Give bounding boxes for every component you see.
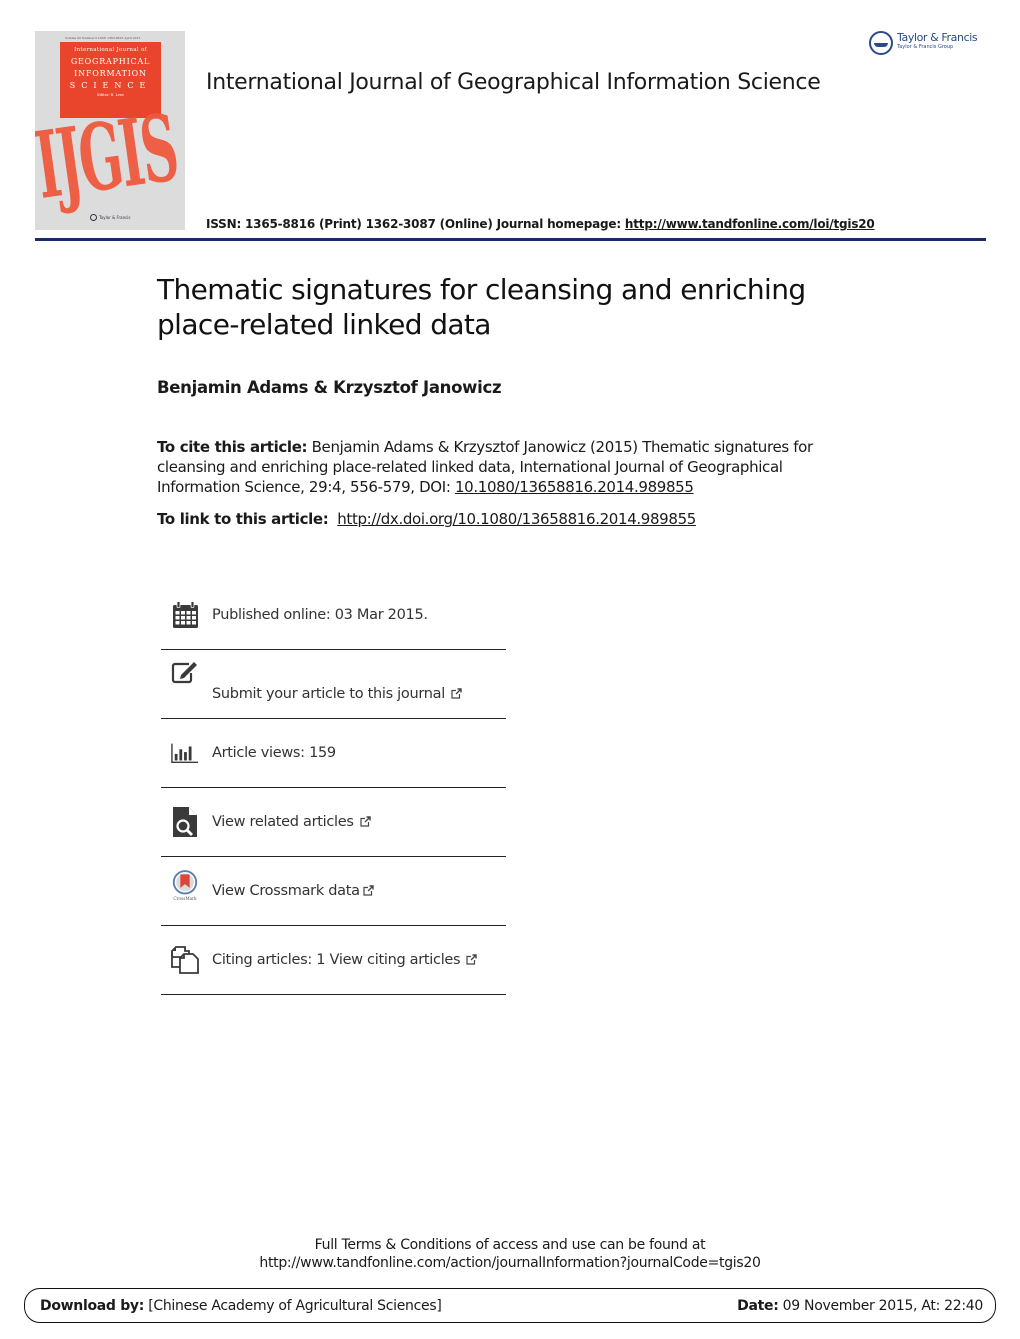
download-by: Download by: [Chinese Academy of Agricul… (40, 1298, 442, 1314)
info-item-views: Article views: 159 (161, 719, 506, 788)
view-related-articles-text: View related articles (212, 814, 354, 830)
info-item-citing[interactable]: Citing articles: 1 View citing articles (161, 926, 506, 995)
external-link-icon (451, 688, 462, 699)
cover-line2: GEOGRAPHICAL (70, 57, 151, 66)
view-citing-articles-link[interactable]: Citing articles: 1 View citing articles (212, 952, 478, 968)
external-link-icon (363, 885, 374, 896)
view-crossmark-text: View Crossmark data (212, 883, 360, 899)
publisher-logo-icon (90, 214, 97, 221)
download-date: Date: 09 November 2015, At: 22:40 (737, 1298, 983, 1314)
link-label: To link to this article: (157, 510, 329, 528)
publisher-name: Taylor & Francis (897, 31, 978, 44)
publisher-logo[interactable]: Taylor & Francis Taylor & Francis Group (869, 31, 978, 55)
view-crossmark-link[interactable]: View Crossmark data (212, 883, 374, 899)
article-link-line: To link to this article: http://dx.doi.o… (157, 510, 696, 528)
journal-cover-image: Volume 00 Number 0 ISSN 1365-8816 April … (35, 31, 185, 230)
issn-text: ISSN: 1365-8816 (Print) 1362-3087 (Onlin… (206, 217, 625, 231)
citing-articles-icon (171, 946, 199, 974)
info-item-published: Published online: 03 Mar 2015. (161, 580, 506, 650)
citation-block: To cite this article: Benjamin Adams & K… (157, 437, 847, 497)
calendar-icon (171, 600, 199, 629)
date-label: Date: (737, 1297, 779, 1314)
date-value: 09 November 2015, At: 22:40 (778, 1297, 984, 1314)
journal-homepage-link[interactable]: http://www.tandfonline.com/loi/tgis20 (625, 217, 875, 231)
external-link-icon (466, 954, 478, 965)
article-info-list: Published online: 03 Mar 2015. Submit yo… (161, 580, 506, 995)
cover-big-text: IJGIS (35, 93, 183, 220)
submit-article-text: Submit your article to this journal (212, 686, 445, 702)
article-title: Thematic signatures for cleansing and en… (157, 273, 806, 341)
submit-article-link[interactable]: Submit your article to this journal (212, 686, 462, 702)
terms-url-link[interactable]: http://www.tandfonline.com/action/journa… (0, 1254, 1020, 1272)
cover-publisher-logo: Taylor & Francis (90, 214, 131, 221)
cover-line4: SCIENCE (69, 81, 152, 90)
search-document-icon (171, 807, 199, 837)
external-link-icon (360, 816, 371, 827)
view-related-articles-link[interactable]: View related articles (212, 814, 371, 830)
terms-line1: Full Terms & Conditions of access and us… (314, 1237, 706, 1253)
cover-line1: International Journal of (74, 47, 147, 53)
header-divider (35, 238, 986, 241)
cover-meta: Volume 00 Number 0 ISSN 1365-8816 April … (65, 36, 141, 40)
issn-line: ISSN: 1365-8816 (Print) 1362-3087 (Onlin… (206, 217, 875, 231)
article-views-text: Article views: 159 (212, 745, 336, 761)
doi-link[interactable]: 10.1080/13658816.2014.989855 (455, 478, 694, 496)
edit-icon (171, 658, 199, 686)
terms-and-conditions: Full Terms & Conditions of access and us… (0, 1236, 1020, 1272)
info-item-submit[interactable]: Submit your article to this journal (161, 650, 506, 719)
journal-title: International Journal of Geographical In… (206, 70, 821, 95)
download-label: Download by: (40, 1297, 145, 1314)
download-info-bar: Download by: [Chinese Academy of Agricul… (24, 1288, 996, 1323)
published-online-text: Published online: 03 Mar 2015. (212, 606, 428, 623)
article-authors: Benjamin Adams & Krzysztof Janowicz (157, 378, 502, 397)
info-item-crossmark[interactable]: CrossMark View Crossmark data (161, 857, 506, 926)
cover-publisher: Taylor & Francis (99, 214, 131, 220)
taylor-francis-logo-icon (869, 31, 893, 55)
cite-label: To cite this article: (157, 438, 308, 456)
bar-chart-icon (171, 739, 199, 767)
crossmark-icon: CrossMark (171, 869, 199, 903)
download-institution: [Chinese Academy of Agricultural Science… (144, 1297, 442, 1314)
info-item-related[interactable]: View related articles (161, 788, 506, 857)
article-doi-url-link[interactable]: http://dx.doi.org/10.1080/13658816.2014.… (337, 510, 696, 528)
publisher-group: Taylor & Francis Group (897, 44, 954, 50)
cover-line3: INFORMATION (74, 69, 147, 78)
svg-text:CrossMark: CrossMark (173, 896, 197, 901)
citing-articles-text: Citing articles: 1 View citing articles (212, 952, 461, 968)
